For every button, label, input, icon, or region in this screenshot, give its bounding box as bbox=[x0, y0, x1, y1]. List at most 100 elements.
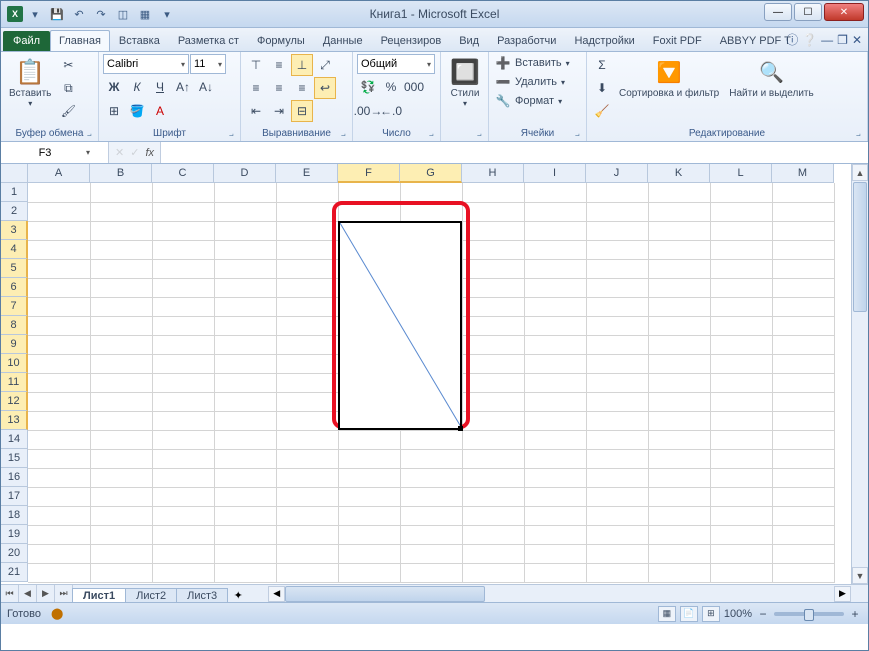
row-header-4[interactable]: 4 bbox=[1, 240, 28, 259]
zoom-out-icon[interactable]: − bbox=[756, 607, 770, 621]
select-all-corner[interactable] bbox=[1, 164, 28, 183]
underline-button[interactable]: Ч bbox=[149, 76, 171, 98]
row-header-11[interactable]: 11 bbox=[1, 373, 28, 392]
row-header-21[interactable]: 21 bbox=[1, 563, 28, 582]
font-name-combo[interactable]: Calibri▾ bbox=[103, 54, 189, 74]
tab-view[interactable]: Вид bbox=[450, 30, 488, 51]
col-header-M[interactable]: M bbox=[772, 164, 834, 183]
file-tab[interactable]: Файл bbox=[3, 31, 50, 51]
align-bottom-icon[interactable]: ⊥ bbox=[291, 54, 313, 76]
name-box-dropdown-icon[interactable]: ▾ bbox=[81, 148, 95, 157]
insert-function-button[interactable]: fx bbox=[145, 147, 154, 159]
undo-icon[interactable]: ↶ bbox=[69, 4, 89, 24]
number-format-combo[interactable]: Общий▾ bbox=[357, 54, 435, 74]
mdi-minimize-icon[interactable]: — bbox=[821, 33, 833, 47]
hscroll-thumb[interactable] bbox=[285, 586, 485, 602]
font-size-combo[interactable]: 11▾ bbox=[190, 54, 226, 74]
row-header-2[interactable]: 2 bbox=[1, 202, 28, 221]
cancel-entry-icon[interactable]: ✕ bbox=[115, 146, 124, 159]
currency-icon[interactable]: 💱 bbox=[357, 76, 379, 98]
qat-dropdown-icon[interactable]: ▾ bbox=[25, 4, 45, 24]
cut-icon[interactable]: ✂ bbox=[57, 54, 79, 76]
tab-insert[interactable]: Вставка bbox=[110, 30, 169, 51]
sheet-tab-1[interactable]: Лист1 bbox=[72, 588, 126, 602]
row-header-7[interactable]: 7 bbox=[1, 297, 28, 316]
mdi-close-icon[interactable]: ✕ bbox=[852, 33, 862, 47]
sheet-tab-2[interactable]: Лист2 bbox=[125, 588, 177, 602]
row-header-6[interactable]: 6 bbox=[1, 278, 28, 297]
align-left-icon[interactable]: ≡ bbox=[245, 77, 267, 99]
tab-addins[interactable]: Надстройки bbox=[565, 30, 643, 51]
help-icon[interactable]: ❔ bbox=[802, 33, 817, 47]
zoom-slider[interactable] bbox=[774, 612, 844, 616]
italic-button[interactable]: К bbox=[126, 76, 148, 98]
scroll-up-icon[interactable]: ▲ bbox=[852, 164, 868, 181]
row-header-1[interactable]: 1 bbox=[1, 183, 28, 202]
font-color-icon[interactable]: A bbox=[149, 100, 171, 122]
tab-home[interactable]: Главная bbox=[50, 30, 110, 51]
sheet-prev-icon[interactable]: ◀ bbox=[19, 585, 37, 602]
page-layout-view-icon[interactable]: 📄 bbox=[680, 606, 698, 622]
name-box[interactable]: ▾ bbox=[1, 142, 109, 163]
row-header-12[interactable]: 12 bbox=[1, 392, 28, 411]
shrink-font-icon[interactable]: A↓ bbox=[195, 76, 217, 98]
col-header-L[interactable]: L bbox=[710, 164, 772, 183]
row-header-17[interactable]: 17 bbox=[1, 487, 28, 506]
sheet-last-icon[interactable]: ⏭ bbox=[55, 585, 73, 602]
row-header-10[interactable]: 10 bbox=[1, 354, 28, 373]
col-header-E[interactable]: E bbox=[276, 164, 338, 183]
qat-custom2-icon[interactable]: ▦ bbox=[135, 4, 155, 24]
delete-cells-button[interactable]: ➖Удалить▾ bbox=[493, 73, 572, 91]
macro-record-icon[interactable]: ⬤ bbox=[51, 607, 63, 620]
row-header-8[interactable]: 8 bbox=[1, 316, 28, 335]
col-header-C[interactable]: C bbox=[152, 164, 214, 183]
col-header-A[interactable]: A bbox=[28, 164, 90, 183]
decrease-decimal-icon[interactable]: ←.0 bbox=[380, 100, 402, 122]
border-icon[interactable]: ⊞ bbox=[103, 100, 125, 122]
tab-foxit[interactable]: Foxit PDF bbox=[644, 30, 711, 51]
col-header-I[interactable]: I bbox=[524, 164, 586, 183]
comma-icon[interactable]: 000 bbox=[403, 76, 425, 98]
name-box-input[interactable] bbox=[1, 147, 81, 159]
align-center-icon[interactable]: ≡ bbox=[268, 77, 290, 99]
hscroll-track[interactable] bbox=[285, 586, 834, 602]
maximize-button[interactable]: ☐ bbox=[794, 3, 822, 21]
sheet-next-icon[interactable]: ▶ bbox=[37, 585, 55, 602]
horizontal-scrollbar[interactable]: ◀ ▶ bbox=[268, 585, 851, 602]
copy-icon[interactable]: ⧉ bbox=[57, 77, 79, 99]
tab-developer[interactable]: Разработчи bbox=[488, 30, 565, 51]
save-icon[interactable]: 💾 bbox=[47, 4, 67, 24]
grow-font-icon[interactable]: A↑ bbox=[172, 76, 194, 98]
autosum-icon[interactable]: Σ bbox=[591, 54, 613, 76]
find-select-button[interactable]: 🔍 Найти и выделить bbox=[725, 54, 817, 101]
paste-button[interactable]: 📋 Вставить ▾ bbox=[5, 54, 55, 110]
vertical-scrollbar[interactable]: ▲ ▼ bbox=[851, 164, 868, 584]
fill-color-icon[interactable]: 🪣 bbox=[126, 100, 148, 122]
normal-view-icon[interactable]: ▦ bbox=[658, 606, 676, 622]
row-header-16[interactable]: 16 bbox=[1, 468, 28, 487]
sheet-first-icon[interactable]: ⏮ bbox=[1, 585, 19, 602]
col-header-G[interactable]: G bbox=[400, 164, 462, 183]
vscroll-thumb[interactable] bbox=[853, 182, 867, 312]
bold-button[interactable]: Ж bbox=[103, 76, 125, 98]
increase-decimal-icon[interactable]: .00→ bbox=[357, 100, 379, 122]
row-header-5[interactable]: 5 bbox=[1, 259, 28, 278]
col-header-F[interactable]: F bbox=[338, 164, 400, 183]
row-header-3[interactable]: 3 bbox=[1, 221, 28, 240]
redo-icon[interactable]: ↷ bbox=[91, 4, 111, 24]
qat-more-icon[interactable]: ▾ bbox=[157, 4, 177, 24]
new-sheet-icon[interactable]: ✦ bbox=[228, 589, 248, 602]
row-header-13[interactable]: 13 bbox=[1, 411, 28, 430]
tab-review[interactable]: Рецензиров bbox=[372, 30, 451, 51]
col-header-D[interactable]: D bbox=[214, 164, 276, 183]
align-right-icon[interactable]: ≡ bbox=[291, 77, 313, 99]
minimize-button[interactable]: — bbox=[764, 3, 792, 21]
minimize-ribbon-icon[interactable]: ⓘ bbox=[786, 31, 798, 48]
orientation-icon[interactable]: ⤢ bbox=[314, 54, 336, 76]
scroll-right-icon[interactable]: ▶ bbox=[834, 586, 851, 602]
formula-input[interactable] bbox=[160, 142, 868, 163]
clear-icon[interactable]: 🧹 bbox=[591, 100, 613, 122]
wrap-text-icon[interactable]: ↩ bbox=[314, 77, 336, 99]
tab-page-layout[interactable]: Разметка ст bbox=[169, 30, 248, 51]
tab-data[interactable]: Данные bbox=[314, 30, 372, 51]
